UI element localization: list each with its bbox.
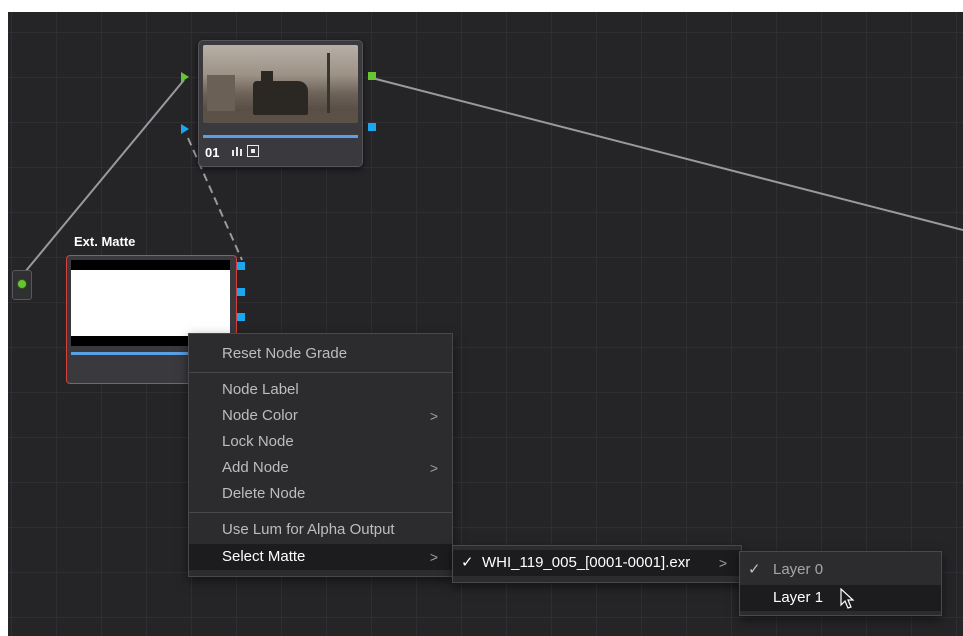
matte-output-port-1[interactable]: [237, 262, 245, 270]
menu-item-add-node[interactable]: Add Node >: [189, 455, 452, 481]
menu-item-node-color[interactable]: Node Color >: [189, 403, 452, 429]
mouse-pointer-icon: [840, 588, 855, 609]
node01-rgb-input-port[interactable]: [181, 72, 189, 82]
submenu-item-layer-0[interactable]: ✓ Layer 0: [740, 557, 941, 583]
chevron-right-icon: >: [718, 555, 727, 571]
wire-node01-to-output: [371, 77, 963, 231]
source-output-dot[interactable]: [17, 279, 27, 289]
chevron-right-icon: >: [429, 408, 438, 424]
node-editor-canvas[interactable]: 01 Ext. Matte Reset Node Grade Node Labe…: [8, 12, 963, 636]
node01-key-output-port[interactable]: [368, 123, 376, 131]
chevron-right-icon: >: [429, 460, 438, 476]
menu-item-lock-node[interactable]: Lock Node: [189, 429, 452, 455]
checkmark-icon: ✓: [748, 561, 761, 578]
levels-icon: [231, 145, 243, 157]
menu-separator: [189, 512, 452, 513]
menu-item-delete-node[interactable]: Delete Node: [189, 481, 452, 507]
node01-label: 01: [205, 145, 220, 160]
menu-item-select-matte[interactable]: Select Matte >: [189, 544, 452, 570]
node01-progress-bar: [203, 135, 358, 138]
node01-rgb-output-port[interactable]: [368, 72, 376, 80]
ext-matte-title: Ext. Matte: [74, 234, 136, 249]
source-input[interactable]: [12, 270, 32, 300]
node01-key-input-port[interactable]: [181, 124, 189, 134]
context-menu: Reset Node Grade Node Label Node Color > …: [188, 333, 453, 577]
menu-item-node-label[interactable]: Node Label: [189, 377, 452, 403]
node-01[interactable]: 01: [198, 40, 363, 167]
checkmark-icon: ✓: [461, 554, 474, 571]
matte-output-port-2[interactable]: [237, 288, 245, 296]
clip-icon: [247, 145, 259, 157]
menu-item-use-lum-for-alpha[interactable]: Use Lum for Alpha Output: [189, 517, 452, 543]
matte-submenu: ✓ WHI_119_005_[0001-0001].exr >: [452, 545, 742, 583]
menu-separator: [189, 372, 452, 373]
menu-item-reset-node-grade[interactable]: Reset Node Grade: [189, 341, 452, 367]
matte-output-port-3[interactable]: [237, 313, 245, 321]
node01-thumbnail: [203, 45, 358, 123]
submenu-item-matte-file[interactable]: ✓ WHI_119_005_[0001-0001].exr >: [453, 550, 741, 576]
chevron-right-icon: >: [429, 549, 438, 565]
